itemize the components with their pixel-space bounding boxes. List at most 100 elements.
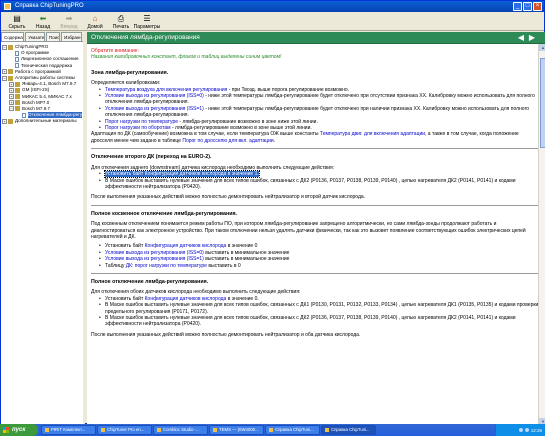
calibration-link[interactable]: Условие выхода из регулирования (ISS=1): [105, 256, 204, 262]
task-label: Справка ChipTuni...: [331, 427, 370, 432]
collapse-icon[interactable]: −: [9, 106, 14, 112]
calibration-link[interactable]: Условие выхода из регулирования (ISS=0): [105, 250, 204, 256]
selected-text[interactable]: Установить байт Конфигурация датчиков ки…: [104, 170, 260, 179]
calibration-link[interactable]: Условие выхода из регулирования (ISS=0): [105, 93, 204, 99]
task-app-icon: [157, 428, 161, 432]
start-button[interactable]: пуск: [0, 424, 38, 436]
taskbar-task-button[interactable]: PIRIT Комплект...: [41, 425, 96, 435]
calibration-link[interactable]: Условие выхода из регулирования (ISS=1): [105, 106, 204, 112]
list-item: В Маске ошибок выставить нулевые значени…: [99, 302, 540, 315]
indirect-heading: Полное косвенное отключение лямбда-регул…: [91, 210, 238, 217]
toolbar-forward-button[interactable]: ➡ Вперед: [56, 12, 82, 30]
indirect-list: Установить байт Конфигурация датчиков ки…: [91, 243, 540, 269]
second-o2-list: Установить байт Конфигурация датчиков ки…: [91, 170, 540, 190]
tab-favorites[interactable]: Избранное: [61, 32, 82, 41]
title-bar[interactable]: Справка ChipTuningPRO _ □ ×: [1, 1, 544, 12]
options-icon: ☰: [143, 14, 151, 23]
book-icon: [15, 100, 20, 106]
adaptation-paragraph: Адаптация по ДК (самообучение) возможна …: [91, 131, 519, 144]
network-icon[interactable]: [518, 428, 523, 432]
scroll-up-icon[interactable]: ▲: [539, 44, 545, 51]
calibration-link[interactable]: Порог нагрузки по оборотам: [105, 125, 171, 131]
second-o2-heading: Отключение второго ДК (переход на EURO-2…: [91, 154, 212, 161]
list-item: Таблицу ДК: порог нагрузки по температур…: [99, 263, 540, 270]
calibration-link[interactable]: Температура воздуха для включения регули…: [105, 87, 227, 93]
taskbar-tasks: PIRIT Комплект... ChipTuner Pro en... Comb…: [38, 425, 495, 435]
indirect-intro: Под косвенным отключением понимается реж…: [91, 221, 526, 240]
vertical-scrollbar[interactable]: ▲ ▼: [538, 44, 545, 425]
full-off-list: Установить байт Конфигурация датчиков ки…: [91, 296, 540, 328]
calibration-link[interactable]: ДК: порог нагрузки по температуре: [126, 263, 207, 269]
taskbar-task-button[interactable]: TEMS — (0W4000...: [209, 425, 264, 435]
task-label: Combloc Studio -...: [163, 427, 200, 432]
taskbar-task-button[interactable]: Combloc Studio -...: [153, 425, 208, 435]
expand-icon[interactable]: +: [9, 81, 14, 87]
toolbar-print-button[interactable]: ⎙ Печать: [108, 12, 134, 30]
calibration-link[interactable]: Порог по дросселю для вкл. адаптации: [182, 138, 273, 144]
contents-tree: − ChipTuningPRO О программе Лицензионное со…: [1, 42, 83, 126]
expand-icon[interactable]: +: [9, 100, 14, 106]
attention-text: Названия калибровочных констант, флагов …: [91, 54, 282, 61]
hide-icon: ▤: [13, 14, 21, 23]
second-o2-outro: После выполнения указанных действий можн…: [91, 194, 366, 201]
next-topic-icon[interactable]: ▶: [529, 34, 535, 42]
home-icon: ⌂: [92, 14, 98, 23]
prev-topic-icon[interactable]: ◀: [518, 34, 524, 42]
taskbar-task-button[interactable]: Справка ChipTuni...: [265, 425, 320, 435]
forward-icon: ➡: [65, 14, 73, 23]
system-tray: 12:26: [495, 424, 545, 436]
expand-icon[interactable]: +: [9, 94, 14, 100]
calibration-link[interactable]: Конфигурация датчиков кислорода: [145, 243, 227, 249]
divider: [91, 204, 540, 206]
topic-title-bar: Отключения лямбда-регулирования ◀ ▶: [87, 32, 545, 44]
task-label: ChipTuner Pro en...: [107, 427, 145, 432]
taskbar: пуск PIRIT Комплект... ChipTuner Pro en..…: [0, 424, 545, 436]
taskbar-task-button[interactable]: Справка ChipTuni...: [321, 425, 376, 435]
task-label: TEMS — (0W4000...: [219, 427, 259, 432]
page-icon: [15, 56, 19, 62]
tree-item[interactable]: + Дополнительные материалы: [2, 118, 82, 124]
full-off-outro: После выполнения указанных действий можн…: [91, 331, 361, 338]
task-app-icon: [101, 428, 105, 432]
app-icon: [4, 3, 11, 10]
page-icon: [15, 50, 19, 56]
task-label: PIRIT Комплект...: [51, 427, 86, 432]
nav-tabs: Содержание Указатель Поиск Избранное: [1, 32, 83, 42]
book-icon: [15, 87, 20, 93]
book-icon: [15, 94, 20, 100]
toolbar-options-button[interactable]: ☰ Параметры: [134, 12, 161, 30]
tab-index[interactable]: Указатель: [25, 32, 45, 41]
close-button[interactable]: ×: [533, 2, 542, 11]
collapse-icon[interactable]: −: [2, 44, 7, 50]
task-label: Справка ChipTuni...: [275, 427, 314, 432]
book-icon: [15, 81, 20, 87]
volume-icon[interactable]: [524, 428, 529, 432]
toolbar: ▤ Скрыть ⬅ Назад ➡ Вперед ⌂ Домой ⎙ Печать ☰ П…: [1, 12, 544, 31]
list-item: Условие выхода из регулирования (ISS=0) …: [99, 93, 540, 106]
task-app-icon: [325, 428, 329, 432]
collapse-icon[interactable]: −: [2, 75, 7, 81]
topic-content: Обратите внимание: Названия калибровочны…: [87, 44, 545, 425]
calibration-link[interactable]: Температура двиг. для включения адаптаци…: [320, 131, 425, 137]
toolbar-home-button[interactable]: ⌂ Домой: [82, 12, 108, 30]
book-icon: [8, 44, 13, 50]
calibration-link[interactable]: Порог нагрузки по температуре: [105, 119, 178, 125]
tree-item-label: Дополнительные материалы: [15, 118, 77, 124]
zone-list: Температура воздуха для включения регули…: [91, 87, 540, 132]
maximize-button[interactable]: □: [523, 2, 532, 11]
list-item: Порог нагрузки по оборотам - лямбда-регу…: [99, 125, 540, 132]
book-icon: [8, 75, 13, 81]
calibration-link[interactable]: Конфигурация датчиков кислорода: [145, 296, 227, 302]
list-item: Условие выхода из регулирования (ISS=1) …: [99, 106, 540, 119]
expand-icon[interactable]: +: [2, 118, 7, 124]
expand-icon[interactable]: +: [9, 87, 14, 93]
expand-icon[interactable]: +: [2, 69, 7, 75]
task-app-icon: [213, 428, 217, 432]
tab-contents[interactable]: Содержание: [1, 32, 25, 41]
tab-search[interactable]: Поиск: [45, 32, 61, 41]
toolbar-back-button[interactable]: ⬅ Назад: [30, 12, 56, 30]
scroll-thumb[interactable]: [540, 58, 545, 148]
toolbar-hide-button[interactable]: ▤ Скрыть: [4, 12, 30, 30]
taskbar-task-button[interactable]: ChipTuner Pro en...: [97, 425, 152, 435]
minimize-button[interactable]: _: [513, 2, 522, 11]
